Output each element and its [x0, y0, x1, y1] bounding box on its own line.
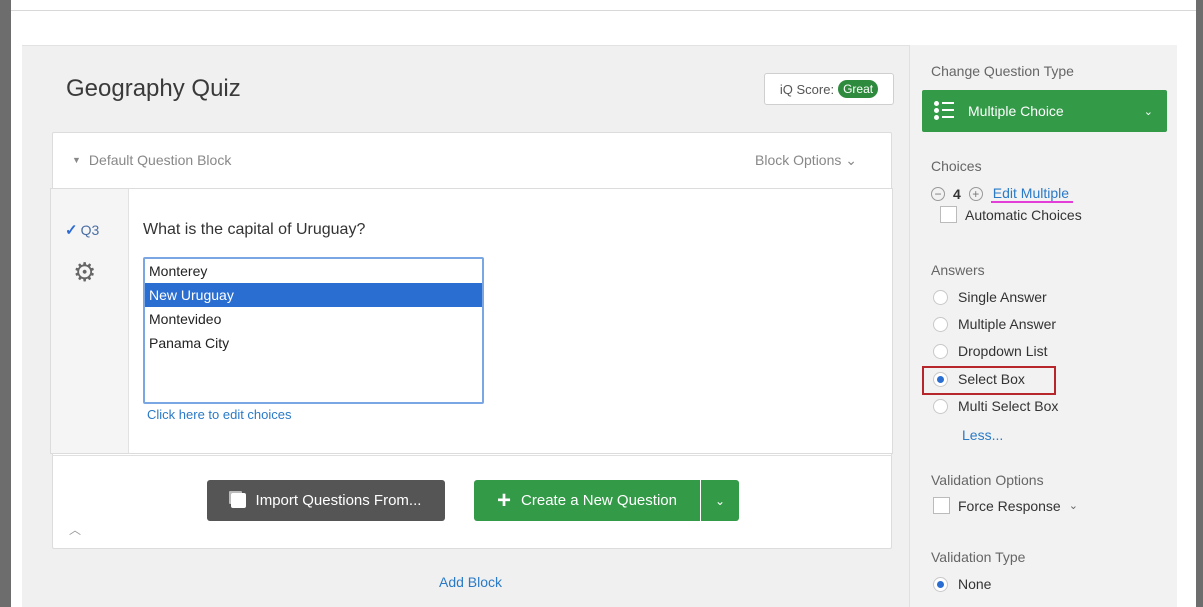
- add-block-link[interactable]: Add Block: [439, 574, 502, 590]
- create-new-question-button[interactable]: + Create a New Question: [474, 480, 700, 521]
- answer-option-multi-select-box[interactable]: Multi Select Box: [933, 398, 1058, 414]
- choice-option[interactable]: Monterey: [145, 259, 482, 283]
- question-q3[interactable]: ✓ Q3 ⚙ What is the capital of Uruguay? M…: [50, 188, 893, 454]
- radio-button[interactable]: [933, 316, 948, 332]
- collapse-block-caret-icon[interactable]: ︿: [69, 521, 81, 538]
- less-link[interactable]: Less...: [962, 427, 1003, 443]
- plus-icon[interactable]: +: [968, 187, 983, 201]
- iq-score-label: iQ Score:: [779, 81, 835, 97]
- checkbox[interactable]: [940, 206, 957, 223]
- collapse-triangle-icon[interactable]: ▼: [72, 155, 81, 165]
- import-questions-button[interactable]: Import Questions From...: [207, 480, 445, 521]
- validation-type-heading: Validation Type: [931, 549, 1026, 565]
- select-box-preview[interactable]: Monterey New Uruguay Montevideo Panama C…: [143, 257, 484, 404]
- block-options-menu[interactable]: Block Options ⌄: [755, 152, 857, 169]
- copy-icon: [230, 493, 246, 508]
- question-select-checkbox[interactable]: ✓ Q3: [65, 221, 99, 239]
- question-number: Q3: [80, 222, 100, 238]
- choice-count: 4: [953, 186, 961, 202]
- validation-none-option[interactable]: None: [933, 576, 991, 592]
- edit-multiple-link[interactable]: Edit Multiple: [990, 185, 1074, 203]
- list-icon: [932, 99, 958, 123]
- chevron-down-icon[interactable]: ⌄: [1069, 499, 1078, 512]
- window-left-edge: [0, 0, 11, 607]
- iq-score-badge: Great: [838, 80, 879, 98]
- radio-button[interactable]: [933, 343, 948, 359]
- iq-score-button[interactable]: iQ Score: Great: [764, 73, 894, 105]
- radio-button-selected[interactable]: [933, 576, 948, 592]
- change-question-type-heading: Change Question Type: [931, 63, 1074, 79]
- choices-count-row: − 4 + Edit Multiple: [931, 185, 1074, 203]
- question-type-dropdown[interactable]: Multiple Choice ⌄: [922, 90, 1167, 132]
- answers-heading: Answers: [931, 262, 985, 278]
- automatic-choices-label: Automatic Choices: [965, 206, 1082, 223]
- create-new-question-label: Create a New Question: [521, 492, 677, 509]
- answer-option-dropdown[interactable]: Dropdown List: [933, 343, 1048, 359]
- question-type-label: Multiple Choice: [968, 103, 1064, 119]
- validation-none-label: None: [958, 576, 992, 592]
- block-options-label: Block Options: [755, 152, 842, 168]
- gear-icon[interactable]: ⚙: [73, 257, 96, 288]
- choices-heading: Choices: [931, 158, 982, 174]
- question-text[interactable]: What is the capital of Uruguay?: [143, 221, 365, 239]
- plus-icon: +: [497, 486, 512, 514]
- survey-title: Geography Quiz: [66, 75, 241, 102]
- choice-option[interactable]: Montevideo: [145, 307, 482, 331]
- validation-options-heading: Validation Options: [931, 472, 1044, 488]
- radio-button[interactable]: [933, 289, 948, 305]
- answer-option-label: Dropdown List: [958, 343, 1048, 359]
- window-right-edge: [1196, 0, 1203, 607]
- create-question-dropdown-button[interactable]: ⌄: [701, 480, 739, 521]
- radio-button[interactable]: [933, 398, 948, 414]
- checkbox[interactable]: [933, 497, 950, 514]
- answer-option-label: Single Answer: [958, 289, 1047, 305]
- block-header[interactable]: ▼ Default Question Block: [72, 152, 231, 168]
- answer-option-single[interactable]: Single Answer: [933, 289, 1047, 305]
- chevron-down-icon: ⌄: [845, 152, 857, 168]
- force-response-label: Force Response: [958, 497, 1061, 514]
- choice-option[interactable]: Panama City: [145, 331, 482, 355]
- answer-option-label: Multiple Answer: [958, 316, 1057, 332]
- automatic-choices-checkbox[interactable]: Automatic Choices: [940, 206, 1082, 223]
- block-name: Default Question Block: [88, 152, 232, 168]
- question-gutter: ✓ Q3 ⚙: [51, 189, 129, 453]
- top-divider: [11, 10, 1196, 11]
- answer-option-label: Multi Select Box: [958, 398, 1059, 414]
- minus-icon[interactable]: −: [931, 187, 945, 201]
- chevron-down-icon: ⌄: [714, 493, 726, 508]
- import-questions-label: Import Questions From...: [255, 492, 422, 509]
- edit-choices-link[interactable]: Click here to edit choices: [147, 407, 292, 422]
- force-response-checkbox[interactable]: Force Response ⌄: [933, 497, 1078, 514]
- answer-option-multiple[interactable]: Multiple Answer: [933, 316, 1056, 332]
- chevron-down-icon: ⌄: [1143, 105, 1153, 118]
- choice-option-selected[interactable]: New Uruguay: [145, 283, 482, 307]
- checkmark-icon: ✓: [65, 222, 78, 239]
- block-footer-divider: [52, 455, 892, 456]
- select-box-highlight: [922, 366, 1056, 395]
